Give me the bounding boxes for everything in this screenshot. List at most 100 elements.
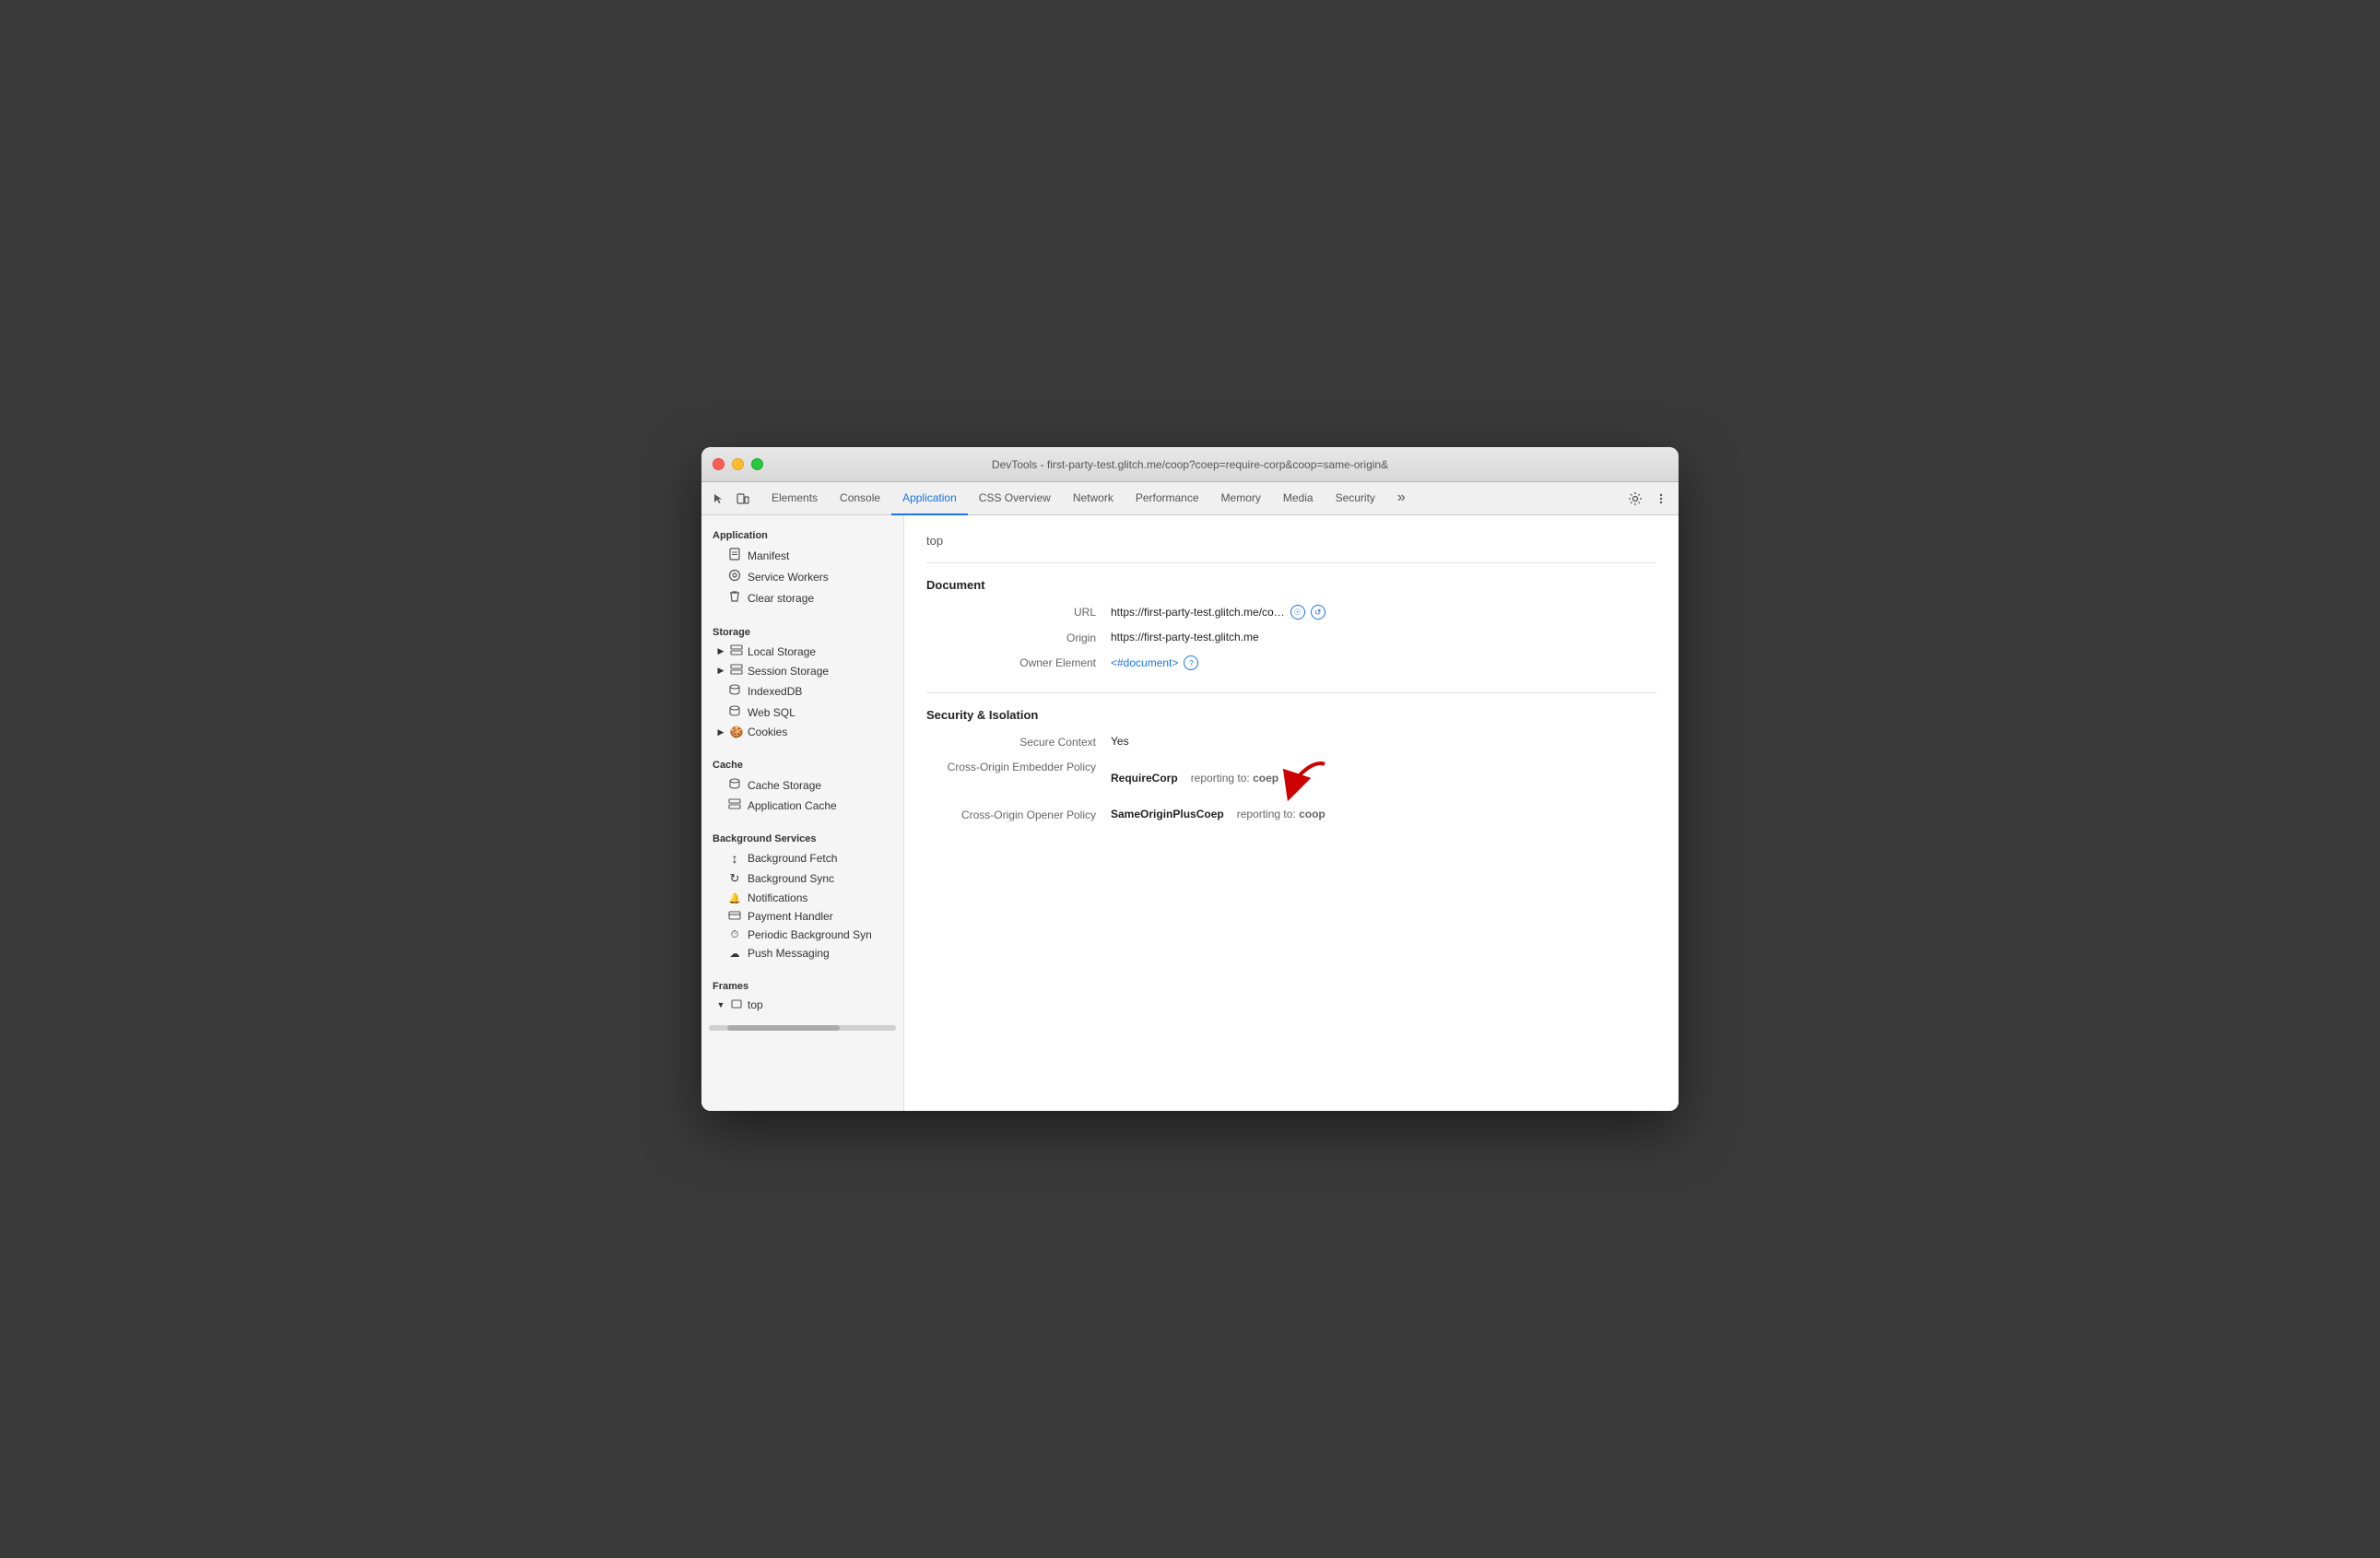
url-reload-icon[interactable]: ↺	[1311, 605, 1325, 620]
settings-icon[interactable]	[1625, 489, 1645, 509]
cookies-chevron: ▶	[716, 727, 725, 738]
document-section: Document URL https://first-party-test.gl…	[926, 578, 1656, 670]
indexeddb-icon	[727, 683, 742, 699]
sidebar-section-storage: Storage	[701, 620, 903, 642]
coop-label: Cross-Origin Opener Policy	[926, 808, 1111, 821]
session-storage-icon	[729, 664, 744, 678]
coop-extra: reporting to: coop	[1237, 808, 1325, 820]
top-frame-icon	[729, 998, 744, 1011]
window-title: DevTools - first-party-test.glitch.me/co…	[992, 458, 1388, 471]
session-storage-label: Session Storage	[748, 665, 829, 678]
sidebar-item-service-workers[interactable]: Service Workers	[705, 566, 900, 587]
minimize-button[interactable]	[732, 458, 744, 470]
background-fetch-label: Background Fetch	[748, 852, 837, 865]
cursor-icon[interactable]	[709, 489, 729, 509]
cache-storage-label: Cache Storage	[748, 779, 821, 792]
sidebar-item-clear-storage[interactable]: Clear storage	[705, 587, 900, 608]
more-options-icon[interactable]	[1651, 489, 1671, 509]
tab-network[interactable]: Network	[1062, 482, 1125, 515]
origin-value: https://first-party-test.glitch.me	[1111, 631, 1259, 643]
sidebar-item-local-storage[interactable]: ▶ Local Storage	[705, 642, 900, 661]
sidebar-section-bg-services: Background Services	[701, 826, 903, 848]
tabbar-actions	[1625, 489, 1671, 509]
tab-application[interactable]: Application	[891, 482, 968, 515]
sidebar-section-application: Application	[701, 523, 903, 545]
tab-css-overview[interactable]: CSS Overview	[968, 482, 1062, 515]
coop-field-row: Cross-Origin Opener Policy SameOriginPlu…	[926, 808, 1656, 821]
payment-handler-icon	[727, 910, 742, 923]
sidebar-item-background-sync[interactable]: ↻ Background Sync	[705, 868, 900, 889]
coop-value: SameOriginPlusCoep reporting to: coop	[1111, 808, 1325, 820]
tab-elements[interactable]: Elements	[760, 482, 829, 515]
url-text: https://first-party-test.glitch.me/co…	[1111, 606, 1285, 619]
owner-element-info-icon[interactable]: ?	[1184, 655, 1198, 670]
session-storage-chevron: ▶	[716, 666, 725, 676]
coep-label: Cross-Origin Embedder Policy	[926, 760, 1111, 773]
sidebar-item-indexeddb[interactable]: IndexedDB	[705, 680, 900, 702]
close-button[interactable]	[713, 458, 725, 470]
sidebar-item-session-storage[interactable]: ▶ Session Storage	[705, 661, 900, 680]
coep-extra: reporting to: coep	[1191, 772, 1278, 785]
secure-context-label: Secure Context	[926, 735, 1111, 749]
owner-element-field-row: Owner Element <#document> ?	[926, 655, 1656, 670]
tab-memory[interactable]: Memory	[1210, 482, 1272, 515]
sidebar-scrollbar[interactable]	[709, 1025, 896, 1031]
indexeddb-label: IndexedDB	[748, 685, 802, 698]
url-field-row: URL https://first-party-test.glitch.me/c…	[926, 605, 1656, 620]
coep-value: RequireCorp reporting to: coep	[1111, 760, 1332, 797]
notifications-label: Notifications	[748, 891, 807, 904]
red-arrow-annotation	[1288, 760, 1332, 797]
background-sync-icon: ↻	[727, 871, 742, 886]
secure-context-text: Yes	[1111, 735, 1129, 748]
sidebar-item-top-frame[interactable]: ▼ top	[705, 996, 900, 1014]
background-fetch-icon: ↕	[727, 851, 742, 866]
tab-performance[interactable]: Performance	[1125, 482, 1210, 515]
sidebar-item-notifications[interactable]: 🔔 Notifications	[705, 889, 900, 907]
sidebar-section-cache: Cache	[701, 752, 903, 774]
url-link-icon[interactable]: ☉	[1290, 605, 1305, 620]
sidebar-item-web-sql[interactable]: Web SQL	[705, 702, 900, 723]
manifest-icon	[727, 548, 742, 563]
sidebar-item-manifest[interactable]: Manifest	[705, 545, 900, 566]
notifications-icon: 🔔	[727, 892, 742, 904]
traffic-lights	[713, 458, 763, 470]
devtools-window: DevTools - first-party-test.glitch.me/co…	[701, 447, 1679, 1111]
tab-security[interactable]: Security	[1325, 482, 1386, 515]
device-icon[interactable]	[733, 489, 753, 509]
main-content: Application Manifest	[701, 515, 1679, 1111]
periodic-bg-sync-label: Periodic Background Syn	[748, 928, 872, 941]
cache-storage-icon	[727, 777, 742, 793]
secure-context-value: Yes	[1111, 735, 1129, 748]
sidebar-item-payment-handler[interactable]: Payment Handler	[705, 907, 900, 926]
tab-media[interactable]: Media	[1272, 482, 1325, 515]
local-storage-chevron: ▶	[716, 646, 725, 656]
coep-text: RequireCorp	[1111, 772, 1178, 785]
push-messaging-label: Push Messaging	[748, 947, 830, 960]
top-frame-label: top	[748, 998, 763, 1011]
web-sql-icon	[727, 704, 742, 720]
security-isolation-title: Security & Isolation	[926, 708, 1656, 722]
sidebar: Application Manifest	[701, 515, 904, 1111]
tabbar-tools	[709, 489, 753, 509]
url-value: https://first-party-test.glitch.me/co… ☉…	[1111, 605, 1325, 620]
secure-context-field-row: Secure Context Yes	[926, 735, 1656, 749]
owner-element-label: Owner Element	[926, 655, 1111, 669]
push-messaging-icon: ☁	[727, 948, 742, 960]
content-pane: top Document URL https://first-party-tes…	[904, 515, 1679, 1111]
maximize-button[interactable]	[751, 458, 763, 470]
sidebar-item-push-messaging[interactable]: ☁ Push Messaging	[705, 944, 900, 962]
clear-storage-icon	[727, 590, 742, 606]
origin-label: Origin	[926, 631, 1111, 644]
sidebar-item-cache-storage[interactable]: Cache Storage	[705, 774, 900, 796]
tab-more[interactable]: »	[1386, 482, 1417, 515]
coop-extra-value: coop	[1299, 808, 1325, 820]
background-sync-label: Background Sync	[748, 872, 834, 885]
owner-element-link[interactable]: <#document>	[1111, 656, 1178, 669]
sidebar-item-cookies[interactable]: ▶ 🍪 Cookies	[705, 723, 900, 741]
sidebar-item-background-fetch[interactable]: ↕ Background Fetch	[705, 848, 900, 868]
sidebar-item-application-cache[interactable]: Application Cache	[705, 796, 900, 815]
tab-console[interactable]: Console	[829, 482, 891, 515]
sidebar-item-periodic-bg-sync[interactable]: ⏱ Periodic Background Syn	[705, 926, 900, 944]
top-frame-chevron: ▼	[716, 1000, 725, 1009]
origin-text: https://first-party-test.glitch.me	[1111, 631, 1259, 643]
